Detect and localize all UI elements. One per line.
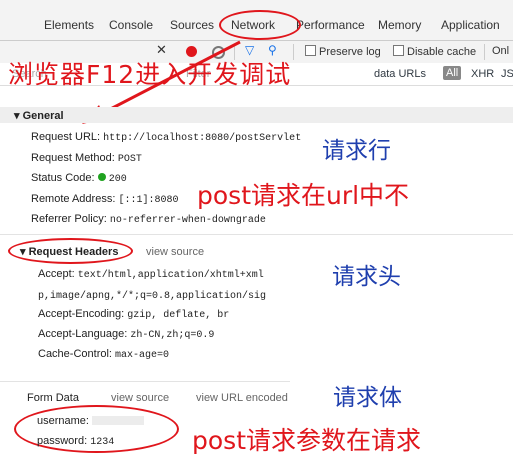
annotation-request-head: 请求头 bbox=[332, 264, 401, 290]
annotation-request-body: 请求体 bbox=[333, 385, 402, 411]
username-row: username: bbox=[37, 415, 145, 428]
annotation-post-params: post请求参数在请求 bbox=[192, 426, 421, 455]
remote-address-row: Remote Address: [::1]:8080 bbox=[31, 193, 179, 206]
annotation-post-url: post请求在url中不 bbox=[197, 181, 410, 210]
annotation-request-line: 请求行 bbox=[322, 138, 391, 164]
accept-row-continued: p,image/apng,*/*;q=0.8,application/sig bbox=[38, 291, 267, 302]
status-code-row: Status Code: 200 bbox=[31, 172, 127, 185]
request-method-row: Request Method: POST bbox=[31, 152, 142, 165]
general-header-bar bbox=[0, 107, 513, 123]
status-dot-icon bbox=[97, 173, 106, 181]
request-url-row: Request URL: http://localhost:8080/postS… bbox=[31, 131, 302, 144]
request-headers-toggle[interactable]: ▾ Request Headers bbox=[20, 245, 118, 258]
form-data-title: Form Data bbox=[27, 392, 79, 404]
accept-encoding-row: Accept-Encoding: gzip, deflate, br bbox=[38, 308, 230, 321]
form-view-url-encoded-link[interactable]: view URL encoded bbox=[196, 392, 288, 404]
annotation-arrow-icon bbox=[82, 40, 241, 124]
cache-control-row: Cache-Control: max-age=0 bbox=[38, 348, 170, 361]
password-row: password: 1234 bbox=[37, 435, 115, 448]
headers-view-source-link[interactable]: view source bbox=[146, 246, 204, 258]
form-view-source-link[interactable]: view source bbox=[111, 392, 169, 404]
username-redacted-block bbox=[92, 416, 145, 425]
accept-row: Accept: text/html,application/xhtml+xml bbox=[38, 268, 264, 281]
accept-language-row: Accept-Language: zh-CN,zh;q=0.9 bbox=[38, 328, 215, 341]
referrer-policy-row: Referrer Policy: no-referrer-when-downgr… bbox=[31, 213, 266, 226]
general-section-toggle[interactable]: ▾ General bbox=[14, 109, 64, 122]
